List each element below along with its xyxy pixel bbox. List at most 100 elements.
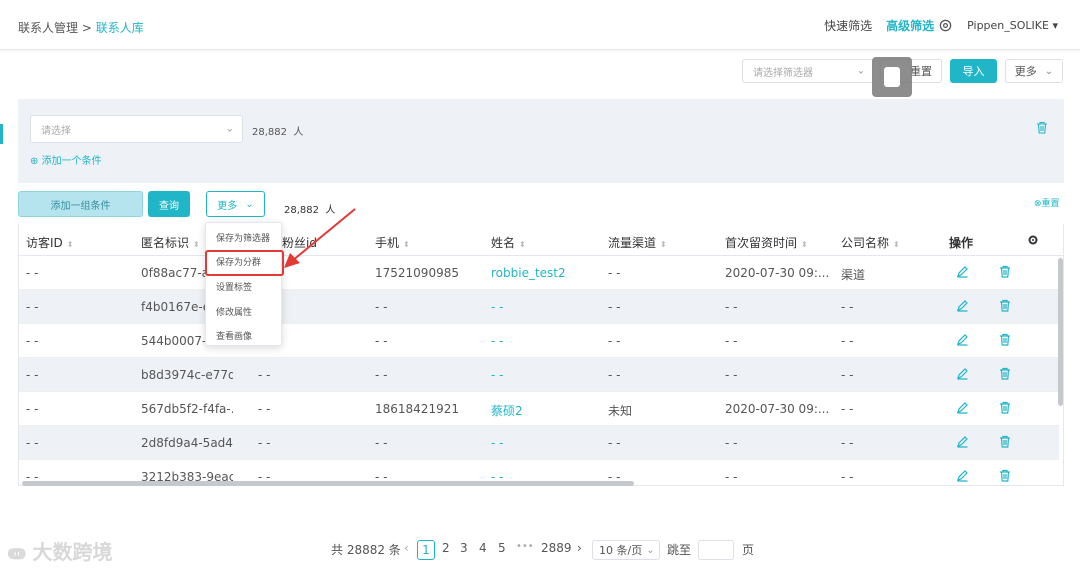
trash-icon[interactable] (999, 435, 1013, 449)
user-name: Pippen_SOLIKE (967, 19, 1049, 32)
table-cell: - - (608, 300, 621, 314)
trash-icon[interactable] (999, 333, 1013, 347)
page-link[interactable]: 2 (442, 541, 450, 555)
table-cell: - - (375, 300, 388, 314)
trash-icon[interactable] (999, 367, 1013, 381)
edit-icon[interactable] (956, 265, 970, 279)
table-cell[interactable]: robbie_test2 (491, 266, 566, 280)
user-menu[interactable]: Pippen_SOLIKE ▾ (967, 19, 1058, 32)
table-cell: - - (608, 334, 621, 348)
table-cell: - - (725, 334, 738, 348)
prev-page-icon[interactable]: ‹ (404, 541, 409, 555)
table-row[interactable]: - - 2d8fd9a4-5ad4... - - - - - - - - - - - - (19, 426, 1059, 460)
table-cell: 17521090985 (375, 266, 459, 280)
gear-icon[interactable] (938, 18, 953, 33)
reset-link[interactable]: ⊗重置 (1034, 196, 1060, 209)
cursor-overlay (872, 57, 912, 97)
edit-icon[interactable] (956, 469, 970, 483)
page-current[interactable]: 1 (417, 540, 435, 560)
edit-icon[interactable] (956, 333, 970, 347)
menu-item-edit-attribute[interactable]: 修改属性 (216, 305, 252, 318)
sort-icon[interactable]: ⬍ (519, 240, 526, 249)
table-cell[interactable]: - - (491, 300, 503, 314)
menu-item-save-filter[interactable]: 保存为筛选器 (216, 231, 270, 244)
table-cell: - - (725, 470, 738, 484)
sort-icon[interactable]: ⬍ (660, 240, 667, 249)
quick-filter-link[interactable]: 快速筛选 (824, 17, 872, 34)
add-condition-link[interactable]: ⊕ 添加一个条件 (30, 152, 102, 167)
column-header[interactable]: 首次留资时间 ⬍ (725, 234, 808, 251)
column-header[interactable]: 手机 ⬍ (375, 234, 410, 251)
hand-cursor-icon (884, 67, 900, 87)
page-link-last[interactable]: 2889 (541, 541, 572, 555)
edit-icon[interactable] (956, 367, 970, 381)
query-button[interactable]: 查询 (148, 191, 190, 217)
table-header: 访客ID ⬍ 匿名标识 ⬍ 粉丝id 手机 ⬍ 姓名 ⬍ 流量渠道 ⬍ 首次留资时间 ⬍ 公… (19, 224, 1063, 256)
sort-icon[interactable]: ⬍ (801, 240, 808, 249)
next-page-icon[interactable]: › (577, 541, 582, 555)
column-header[interactable]: 流量渠道 ⬍ (608, 234, 667, 251)
top-header: 联系人管理 > 联系人库 快速筛选 高级筛选 Pippen_SOLIKE ▾ (0, 0, 1080, 50)
table-cell[interactable]: 蔡硕2 (491, 402, 523, 419)
table-cell: - - (26, 334, 39, 348)
trash-icon[interactable] (1036, 121, 1048, 134)
actions-more-button[interactable]: 更多 ⌄ (206, 191, 265, 217)
trash-icon[interactable] (999, 265, 1013, 279)
annotation-arrow (284, 208, 356, 268)
table-row[interactable]: - - b8d3974c-e77d... - - - - - - - - - - - - (19, 358, 1059, 392)
table-cell[interactable]: - - (491, 368, 503, 382)
menu-item-set-tag[interactable]: 设置标签 (216, 280, 252, 293)
gear-icon[interactable] (1028, 235, 1038, 245)
table-row[interactable]: - - f4b0167e-e3- -- -- -- -- - (19, 290, 1059, 324)
highlight-box (205, 250, 284, 276)
breadcrumb: 联系人管理 > 联系人库 (18, 19, 144, 36)
more-button-label: 更多 (1014, 65, 1037, 78)
vertical-scrollbar[interactable] (1058, 258, 1063, 406)
more-button[interactable]: 更多 ⌄ (1005, 59, 1063, 83)
trash-icon[interactable] (999, 469, 1013, 483)
filter-panel: 请选择 ⌄ 28,882 人 ⊕ 添加一个条件 (18, 99, 1064, 183)
page-size-select[interactable]: 10 条/页 ⌄ (592, 540, 660, 560)
edit-icon[interactable] (956, 299, 970, 313)
table-cell: - - (841, 300, 854, 314)
edit-icon[interactable] (956, 401, 970, 415)
table-cell: - - (375, 334, 388, 348)
sort-icon[interactable]: ⬍ (893, 240, 900, 249)
filter-select[interactable]: 请选择筛选器 ⌄ (742, 59, 874, 83)
table-row[interactable]: - -544b0007-9a - -- -- -- -- - (19, 324, 1059, 358)
page-link[interactable]: 4 (479, 541, 487, 555)
page-link[interactable]: 3 (460, 541, 468, 555)
contacts-table: 访客ID ⬍ 匿名标识 ⬍ 粉丝id 手机 ⬍ 姓名 ⬍ 流量渠道 ⬍ 首次留资时间 ⬍ 公… (18, 224, 1064, 486)
breadcrumb-parent[interactable]: 联系人管理 > (18, 21, 92, 35)
page-link[interactable]: 5 (498, 541, 506, 555)
condition-count: 28,882 人 (252, 123, 303, 138)
sort-icon[interactable]: ⬍ (403, 240, 410, 249)
column-header[interactable]: 姓名 ⬍ (491, 234, 526, 251)
menu-item-view-profile[interactable]: 查看画像 (216, 329, 252, 342)
edit-icon[interactable] (956, 435, 970, 449)
condition-select[interactable]: 请选择 ⌄ (30, 115, 243, 143)
sort-icon[interactable]: ⬍ (193, 240, 200, 249)
trash-icon[interactable] (999, 299, 1013, 313)
watermark-text: 大数跨境 (32, 540, 113, 564)
import-button[interactable]: 导入 (950, 59, 997, 83)
horizontal-scrollbar[interactable] (22, 481, 634, 486)
sort-icon[interactable]: ⬍ (67, 240, 74, 249)
trash-icon[interactable] (999, 401, 1013, 415)
column-header[interactable]: 访客ID ⬍ (26, 234, 73, 251)
table-cell: - - (841, 402, 854, 416)
goto-page-input[interactable] (698, 540, 734, 560)
advanced-filter-link[interactable]: 高级筛选 (886, 17, 934, 34)
table-cell: 567db5f2-f4fa-... (141, 402, 233, 416)
column-header[interactable]: 公司名称 ⬍ (841, 234, 900, 251)
column-title: 手机 (375, 236, 400, 250)
column-header[interactable]: 匿名标识 ⬍ (141, 234, 200, 251)
add-group-button[interactable]: 添加一组条件 (18, 191, 143, 217)
table-row[interactable]: - - 567db5f2-f4fa-... - - 18618421921 蔡硕2 未知 2… (19, 392, 1059, 426)
table-cell[interactable]: - - (491, 436, 503, 450)
chevron-down-icon: ⌄ (1044, 65, 1054, 77)
chevron-down-icon: ⌄ (245, 198, 254, 210)
table-row[interactable]: - -0f88ac77-a7 17521090985 robbie_test2- -… (19, 256, 1059, 290)
page-ellipsis[interactable]: ••• (516, 541, 534, 552)
table-cell[interactable]: - - (491, 334, 503, 348)
